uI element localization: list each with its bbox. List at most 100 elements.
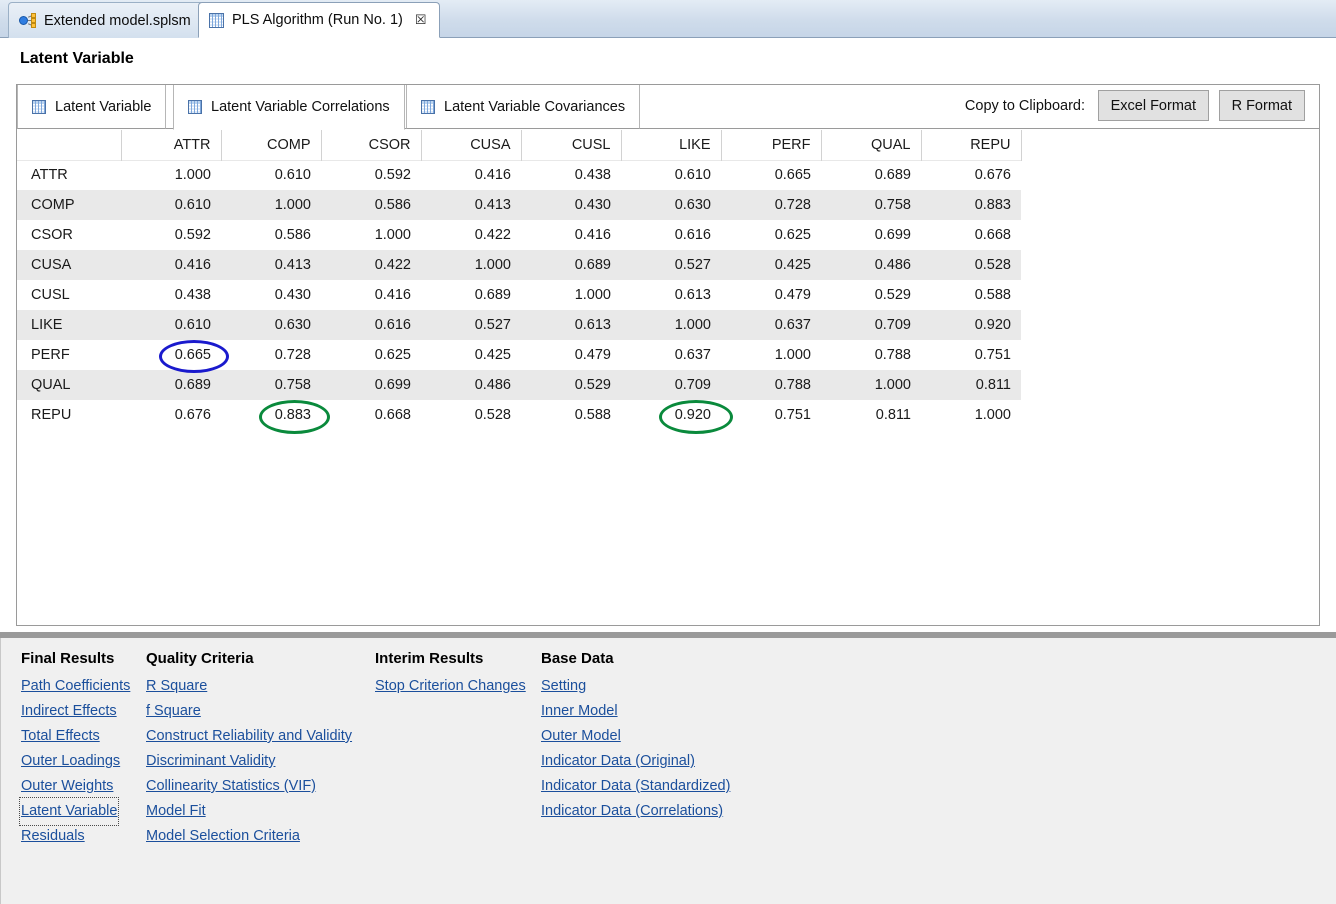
table-cell: 0.728 [274,347,311,363]
table-cell: 0.699 [874,227,911,243]
column-header[interactable]: ATTR [121,130,222,160]
row-header: CUSL [31,287,70,303]
column-header[interactable]: REPU [921,130,1022,160]
row-header: QUAL [17,370,121,400]
column-header[interactable]: PERF [721,130,822,160]
table-row[interactable]: PERF 0.665 0.728 0.625 0.425 0.479 0.637 1.000 0… [17,340,1021,370]
result-link[interactable]: Collinearity Statistics (VIF) [146,774,316,799]
table-cell: 0.616 [674,227,711,243]
table-cell: 0.592 [174,227,211,243]
table-row[interactable]: CUSL 0.438 0.430 0.416 0.689 1.000 0.613 0.479 0… [17,280,1021,310]
column-header[interactable]: CUSL [521,130,622,160]
column-header[interactable]: COMP [221,130,322,160]
result-link[interactable]: Construct Reliability and Validity [146,724,352,749]
result-link[interactable]: Indicator Data (Standardized) [541,774,730,799]
table-cell: 0.883 [921,190,1021,220]
result-link[interactable]: Indicator Data (Correlations) [541,799,723,824]
result-link[interactable]: Inner Model [541,699,618,724]
table-cell: 0.788 [721,370,821,400]
result-link[interactable]: Outer Weights [21,774,113,799]
result-link[interactable]: Indirect Effects [21,699,117,724]
result-link[interactable]: Stop Criterion Changes [375,674,526,699]
result-link[interactable]: Path Coefficients [21,674,130,699]
table-cell: 0.920 [921,310,1021,340]
tab-label: Latent Variable Covariances [444,98,626,115]
result-link[interactable]: Outer Model [541,724,621,749]
tab-latent-variable-covariances[interactable]: Latent Variable Covariances [406,85,641,129]
column-header[interactable]: CSOR [321,130,422,160]
result-link[interactable]: Latent Variable [18,797,120,826]
table-cell: 0.751 [974,347,1011,363]
table-cell: 0.751 [774,407,811,423]
table-cell: 0.613 [674,287,711,303]
table-row[interactable]: LIKE 0.610 0.630 0.616 0.527 0.613 1.000 0.637 0… [17,310,1021,340]
table-cell: 0.920 [674,407,711,423]
table-cell: 0.689 [121,370,221,400]
editor-tab-bar: Extended model.splsm PLS Algorithm (Run … [0,0,1336,38]
link-column-base-data: Base Data Setting Inner Model Outer Model In… [541,650,730,824]
correlation-table-container[interactable]: ATTR COMP CSOR CUSA CUSL LIKE PERF QUAL REPU ATT… [17,130,1319,625]
result-link[interactable]: Outer Loadings [21,749,120,774]
row-header: REPU [31,407,72,423]
result-link[interactable]: Indicator Data (Original) [541,749,695,774]
table-cell: 0.630 [621,190,721,220]
table-cell: 1.000 [221,190,321,220]
editor-tab-label: Extended model.splsm [44,12,191,29]
table-cell: 0.758 [221,370,321,400]
table-cell: 0.665 [774,167,811,184]
table-cell: 0.709 [621,370,721,400]
table-cell: 1.000 [821,370,921,400]
table-cell: 0.610 [121,310,221,340]
table-cell: 0.528 [474,407,511,423]
close-icon[interactable]: ☒ [415,12,427,28]
column-header[interactable]: LIKE [621,130,722,160]
table-row[interactable]: QUAL 0.689 0.758 0.699 0.486 0.529 0.709 0.788 1… [17,370,1021,400]
result-link[interactable]: Discriminant Validity [146,749,275,774]
table-cell: 0.416 [474,167,511,184]
column-header[interactable]: QUAL [821,130,922,160]
table-cell: 0.637 [674,347,711,363]
row-header: LIKE [17,310,121,340]
result-link[interactable]: f Square [146,699,201,724]
result-link[interactable]: Setting [541,674,586,699]
table-cell: 0.883 [274,407,311,423]
result-link[interactable]: R Square [146,674,207,699]
tab-latent-variable[interactable]: Latent Variable [17,85,167,129]
table-cell: 0.422 [474,227,511,243]
table-head: ATTR COMP CSOR CUSA CUSL LIKE PERF QUAL REPU [17,130,1022,160]
table-cell: 1.000 [574,287,611,303]
table-cell: 0.668 [374,407,411,423]
result-link[interactable]: Residuals [21,824,85,849]
table-row[interactable]: REPU 0.676 0.883 0.668 0.528 0.588 0.920 0.751 0… [17,400,1021,430]
table-cell: 0.438 [174,287,211,303]
table-cell: 0.811 [921,370,1021,400]
result-link[interactable]: Model Fit [146,799,206,824]
table-grid-icon [209,12,224,28]
row-header: PERF [31,347,70,363]
table-row[interactable]: ATTR 1.000 0.610 0.592 0.416 0.438 0.610 0.665 0… [17,160,1021,190]
editor-tab-pls-algorithm[interactable]: PLS Algorithm (Run No. 1) ☒ [198,2,440,38]
table-cell: 0.586 [321,190,421,220]
result-panel: Latent Variable Latent Variable Correlat… [16,84,1320,626]
table-cell: 0.479 [774,287,811,303]
copy-excel-format-button[interactable]: Excel Format [1097,90,1209,121]
table-cell: 0.527 [621,250,721,280]
tab-latent-variable-correlations[interactable]: Latent Variable Correlations [173,85,405,130]
result-link[interactable]: Model Selection Criteria [146,824,300,849]
table-row[interactable]: CSOR 0.592 0.586 1.000 0.422 0.416 0.616 0.625 0… [17,220,1021,250]
table-cell: 0.529 [874,287,911,303]
table-cell: 0.665 [174,347,211,363]
link-column-quality-criteria: Quality Criteria R Square f Square Construc… [146,650,352,849]
editor-tab-label: PLS Algorithm (Run No. 1) [232,12,403,28]
result-link[interactable]: Total Effects [21,724,100,749]
table-cell: 0.416 [374,287,411,303]
copy-r-format-button[interactable]: R Format [1218,90,1305,121]
model-diagram-icon [19,13,36,28]
editor-tab-extended-model[interactable]: Extended model.splsm [8,2,204,38]
table-row[interactable]: CUSA 0.416 0.413 0.422 1.000 0.689 0.527 0.425 0… [17,250,1021,280]
table-cell: 0.416 [574,227,611,243]
table-row[interactable]: COMP 0.610 1.000 0.586 0.413 0.430 0.630 0.728 0… [17,190,1021,220]
table-cell: 0.811 [875,407,911,423]
row-header: CSOR [31,227,73,243]
column-header[interactable]: CUSA [421,130,522,160]
